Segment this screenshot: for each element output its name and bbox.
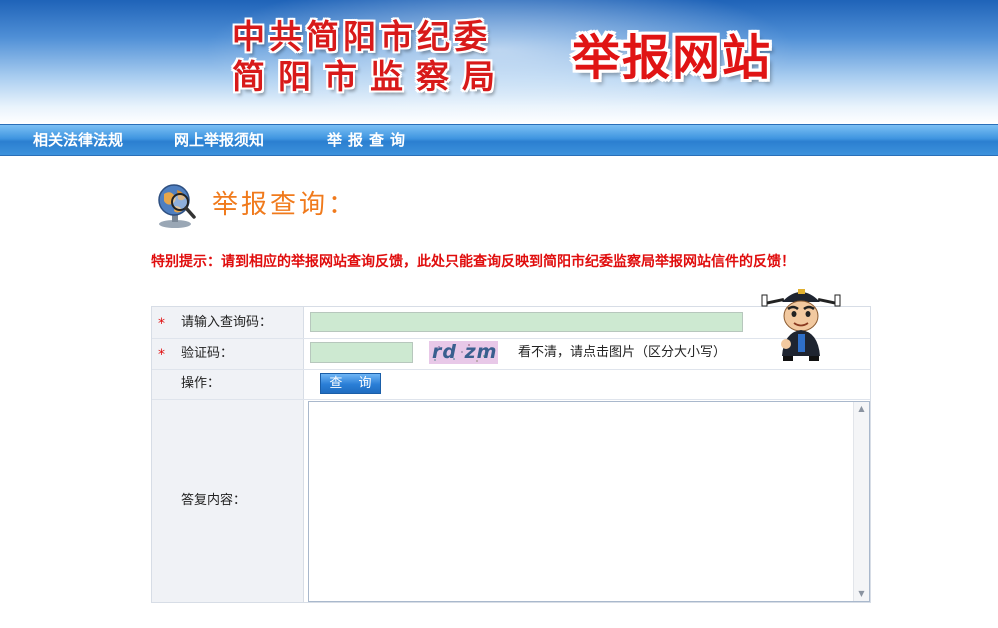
row-divider bbox=[152, 399, 870, 400]
reply-content-textarea[interactable]: ▲ ▼ bbox=[308, 401, 870, 602]
required-mark: * bbox=[158, 316, 165, 332]
nav-item-report-query[interactable]: 举报查询 bbox=[327, 125, 411, 155]
action-label: 操作： bbox=[181, 376, 221, 391]
site-title: 举报网站 bbox=[572, 30, 773, 86]
query-button[interactable]: 查 询 bbox=[320, 373, 381, 394]
required-mark: * bbox=[158, 347, 165, 363]
globe-magnifier-icon bbox=[158, 184, 196, 228]
scroll-down-icon[interactable]: ▼ bbox=[854, 587, 869, 601]
nav-bar: 相关法律法规 网上举报须知 举报查询 bbox=[0, 124, 998, 156]
reply-scrollbar[interactable]: ▲ ▼ bbox=[853, 402, 869, 601]
captcha-input[interactable] bbox=[310, 342, 413, 363]
row-divider bbox=[152, 369, 870, 370]
captcha-label: 验证码： bbox=[181, 346, 234, 361]
org-name-line-2: 简阳市监察局 bbox=[232, 57, 508, 96]
scroll-up-icon[interactable]: ▲ bbox=[854, 402, 869, 416]
nav-item-report-notice[interactable]: 网上举报须知 bbox=[174, 125, 264, 155]
reply-label: 答复内容： bbox=[181, 493, 247, 508]
query-code-label: 请输入查询码： bbox=[181, 315, 273, 330]
captcha-hint: 看不清，请点击图片（区分大小写） bbox=[518, 345, 727, 360]
page-heading: 举报查询： bbox=[212, 190, 358, 220]
captcha-image[interactable]: rd zm bbox=[429, 341, 498, 364]
query-code-input[interactable] bbox=[310, 312, 743, 332]
special-notice: 特别提示：请到相应的举报网站查询反馈，此处只能查询反映到简阳市纪委监察局举报网站… bbox=[151, 254, 795, 270]
judge-mascot bbox=[761, 289, 841, 361]
captcha-text: rd zm bbox=[432, 341, 498, 363]
org-name-line-1: 中共简阳市纪委 bbox=[232, 17, 491, 56]
nav-item-laws[interactable]: 相关法律法规 bbox=[33, 125, 123, 155]
header-banner: 中共简阳市纪委 简阳市监察局 举报网站 bbox=[0, 0, 998, 124]
